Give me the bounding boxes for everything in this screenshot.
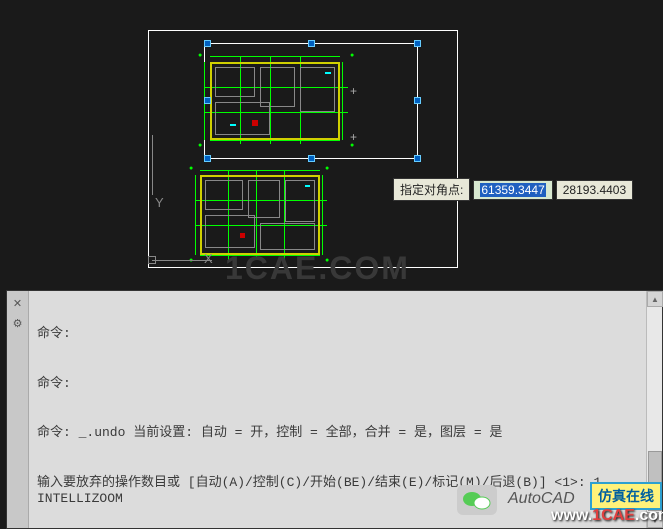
cmd-toolbar: ✕ ⚙ [7, 291, 29, 528]
dynamic-input-y[interactable]: 28193.4403 [556, 180, 633, 200]
cmd-options-icon[interactable]: ⚙ [10, 315, 26, 331]
grip-handle[interactable] [414, 155, 421, 162]
grip-handle[interactable] [308, 40, 315, 47]
wechat-icon [457, 485, 497, 515]
cmd-close-icon[interactable]: ✕ [10, 295, 26, 311]
dynamic-input-prompt: 指定对角点: [393, 178, 470, 201]
dynamic-input-x[interactable]: 61359.3447 [473, 180, 552, 200]
floorplan-lower: ● ● ● ● [200, 175, 320, 255]
cmd-line: 命令: [37, 376, 654, 393]
drawing-canvas[interactable]: ● ● ● ● + + ● ● ● ● Y [0, 0, 663, 290]
grip-handle[interactable] [414, 97, 421, 104]
floorplan-upper: ● ● ● ● + + [210, 62, 340, 140]
cmd-line: 命令: [37, 326, 654, 343]
grip-handle[interactable] [204, 155, 211, 162]
grip-handle[interactable] [414, 40, 421, 47]
badge-url: www.1CAE.com [545, 505, 663, 527]
ucs-x-label: X [204, 251, 213, 266]
ucs-y-label: Y [155, 195, 164, 210]
grip-handle[interactable] [308, 155, 315, 162]
scroll-up-icon[interactable]: ▲ [647, 291, 663, 307]
grip-handle[interactable] [204, 40, 211, 47]
dynamic-input: 指定对角点: 61359.3447 28193.4403 [393, 178, 633, 201]
grip-handle[interactable] [204, 97, 211, 104]
cmd-line: 命令: _.undo 当前设置: 自动 = 开，控制 = 全部，合并 = 是，图… [37, 425, 654, 442]
